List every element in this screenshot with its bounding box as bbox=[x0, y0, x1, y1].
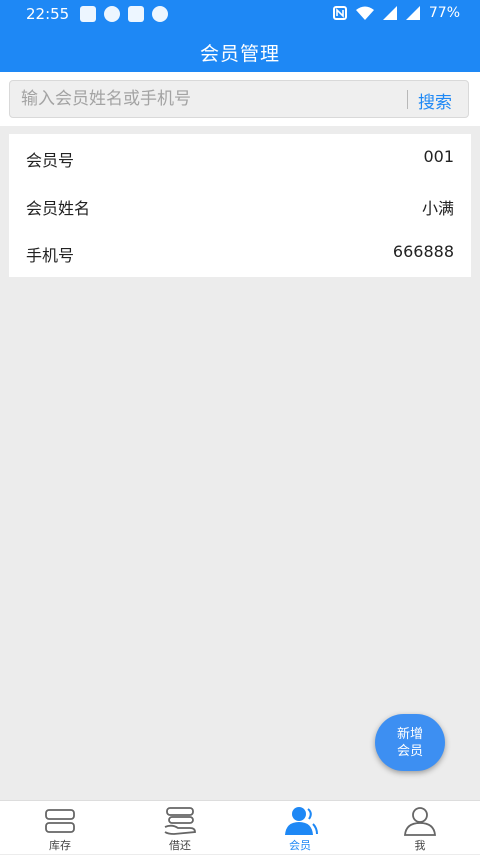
add-member-line2: 会员 bbox=[396, 743, 423, 759]
member-phone-value: 666888 bbox=[392, 242, 454, 261]
member-row-id: 会员号 001 bbox=[9, 134, 471, 181]
page-title: 会员管理 bbox=[199, 43, 280, 65]
search-button[interactable]: 搜索 bbox=[418, 88, 452, 113]
member-id-label: 会员号 bbox=[26, 151, 75, 170]
tab-borrow-return-label: 借还 bbox=[169, 839, 191, 852]
tab-members-label: 会员 bbox=[289, 839, 311, 852]
search-divider bbox=[407, 90, 408, 109]
bottom-tab-bar: 库存 借还 会员 我 bbox=[0, 800, 480, 854]
sync-notification-icon bbox=[152, 6, 168, 22]
member-card[interactable]: 会员号 001 会员姓名 小满 手机号 666888 bbox=[9, 134, 471, 277]
members-icon bbox=[285, 807, 318, 835]
signal-icon bbox=[382, 6, 397, 20]
search-bar: 搜索 bbox=[0, 72, 480, 126]
profile-icon bbox=[404, 807, 436, 836]
wifi-icon bbox=[355, 6, 374, 20]
battery-percent: 77% bbox=[428, 5, 460, 21]
member-row-phone: 手机号 666888 bbox=[9, 229, 471, 276]
system-icons: 77% bbox=[332, 5, 460, 21]
chat-notification-icon bbox=[104, 6, 120, 22]
tab-profile[interactable]: 我 bbox=[360, 801, 480, 855]
member-phone-label: 手机号 bbox=[26, 246, 75, 265]
member-name-label: 会员姓名 bbox=[26, 199, 91, 218]
status-bar: 22:55 77% bbox=[0, 0, 480, 30]
add-member-label: 新增 会员 bbox=[395, 726, 425, 760]
app-bar: 会员管理 bbox=[0, 30, 480, 72]
search-box: 搜索 bbox=[9, 80, 469, 118]
search-input[interactable] bbox=[21, 81, 401, 117]
nfc-icon bbox=[332, 6, 347, 20]
tab-inventory[interactable]: 库存 bbox=[0, 801, 120, 855]
image-notification-icon bbox=[128, 6, 144, 22]
member-id-value: 001 bbox=[423, 147, 454, 166]
tab-inventory-label: 库存 bbox=[49, 839, 71, 852]
status-time: 22:55 bbox=[26, 5, 70, 23]
notification-icons bbox=[80, 6, 168, 22]
inventory-icon bbox=[45, 809, 75, 833]
add-member-button[interactable]: 新增 会员 bbox=[375, 714, 445, 771]
tab-borrow-return[interactable]: 借还 bbox=[120, 801, 240, 855]
app-notification-icon bbox=[80, 6, 96, 22]
tab-members[interactable]: 会员 bbox=[240, 801, 360, 855]
borrow-return-icon bbox=[164, 807, 196, 835]
add-member-line1: 新增 bbox=[396, 726, 423, 742]
member-row-name: 会员姓名 小满 bbox=[9, 182, 471, 229]
member-name-value: 小满 bbox=[421, 199, 454, 218]
tab-profile-label: 我 bbox=[414, 839, 426, 852]
signal-2-icon bbox=[405, 6, 420, 20]
